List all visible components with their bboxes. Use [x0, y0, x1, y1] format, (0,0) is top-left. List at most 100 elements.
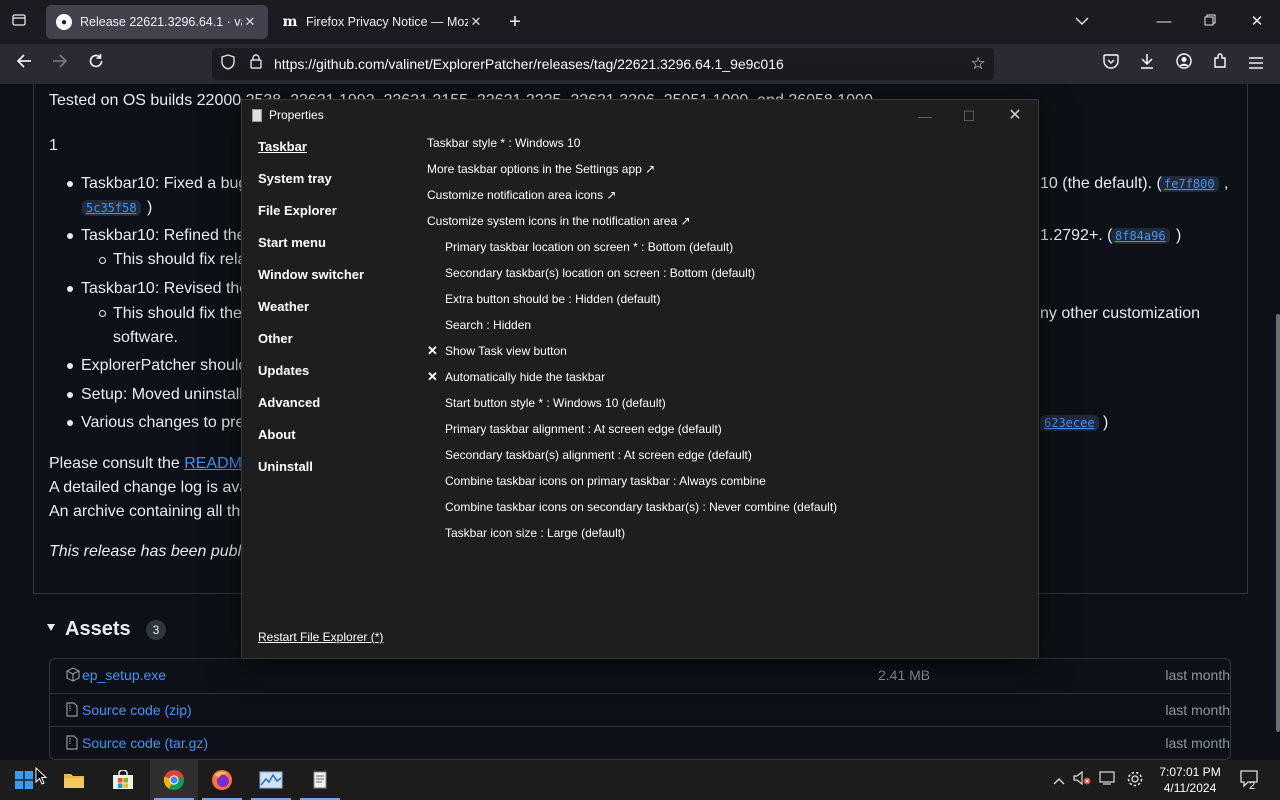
asset-row[interactable]: ep_setup.exe 2.41 MB last month: [50, 659, 1230, 693]
sidebar-item-uninstall[interactable]: Uninstall: [258, 459, 313, 474]
tab-overflow-chevron-icon[interactable]: [1070, 10, 1094, 34]
bookmark-star-icon[interactable]: ☆: [968, 54, 988, 74]
hamburger-menu-icon[interactable]: [1244, 52, 1268, 76]
volume-muted-icon[interactable]: [1072, 770, 1092, 790]
taskbar-option[interactable]: Taskbar style * : Windows 10: [427, 136, 580, 150]
assets-heading[interactable]: Assets: [65, 618, 131, 641]
clock-time: 7:07:01 PM: [1159, 765, 1221, 779]
sidebar-item-updates[interactable]: Updates: [258, 363, 309, 378]
restart-explorer-link[interactable]: Restart File Explorer (*): [258, 630, 383, 644]
tab-github-release[interactable]: ● Release 22621.3296.64.1 · valinet ✕: [46, 5, 268, 39]
dialog-minimize-button[interactable]: —: [910, 104, 940, 128]
tracking-protection-shield-icon[interactable]: [218, 54, 238, 74]
changelog-item: Various changes to pre: [81, 414, 245, 431]
commit-sha-link[interactable]: 8f84a96: [1111, 228, 1170, 244]
pocket-icon[interactable]: [1099, 52, 1123, 76]
taskbar-store[interactable]: [99, 760, 147, 800]
taskbar-firefox[interactable]: [198, 760, 246, 800]
sidebar-item-advanced[interactable]: Advanced: [258, 395, 320, 410]
network-icon[interactable]: [1097, 770, 1117, 790]
windows-taskbar: 7:07:01 PM 4/11/2024 2: [0, 760, 1280, 800]
asset-date: last month: [1165, 735, 1230, 751]
downloads-icon[interactable]: [1135, 52, 1159, 76]
restore-window-button[interactable]: [1198, 10, 1222, 34]
taskbar-option[interactable]: Secondary taskbar(s) location on screen …: [445, 266, 755, 280]
dialog-maximize-button[interactable]: ☐: [954, 104, 984, 128]
new-tab-button[interactable]: +: [504, 12, 526, 34]
taskbar-file-explorer[interactable]: [50, 760, 98, 800]
forward-button[interactable]: [48, 52, 72, 76]
commit-sha-link[interactable]: 5c35f58: [82, 200, 141, 216]
readme-prefix: Please consult the: [49, 455, 185, 472]
taskbar-option[interactable]: Secondary taskbar(s) alignment : At scre…: [445, 448, 752, 462]
changelog-item: Taskbar10: Revised the: [81, 280, 249, 297]
extensions-icon[interactable]: [1208, 52, 1232, 76]
notification-center-icon[interactable]: 2: [1238, 770, 1262, 792]
asset-link[interactable]: Source code (zip): [82, 702, 192, 718]
clock[interactable]: 7:07:01 PM 4/11/2024: [1150, 764, 1230, 796]
dialog-close-button[interactable]: ✕: [1000, 104, 1030, 128]
minimize-window-button[interactable]: —: [1152, 10, 1176, 34]
properties-app-icon: [252, 109, 262, 122]
tab-firefox-privacy[interactable]: m Firefox Privacy Notice — Mozilla ✕: [272, 5, 494, 39]
sidebar-item-window-switcher[interactable]: Window switcher: [258, 267, 364, 282]
taskbar-option[interactable]: ✕ Automatically hide the taskbar: [427, 369, 605, 384]
taskbar-chrome[interactable]: [150, 760, 198, 800]
settings-gear-icon[interactable]: [1125, 770, 1145, 790]
dialog-title: Properties: [269, 108, 324, 122]
page-scrollbar[interactable]: [1276, 314, 1280, 732]
file-zip-icon: [66, 735, 80, 751]
close-window-button[interactable]: ✕: [1245, 10, 1269, 34]
taskbar-option[interactable]: Customize notification area icons ↗: [427, 188, 616, 202]
taskbar-option[interactable]: Search : Hidden: [445, 318, 531, 332]
asset-link[interactable]: ep_setup.exe: [82, 667, 166, 683]
taskbar-properties[interactable]: [296, 760, 344, 800]
account-icon[interactable]: [1172, 52, 1196, 76]
sidebar-item-other[interactable]: Other: [258, 331, 293, 346]
back-button[interactable]: [12, 52, 36, 76]
browser-tab-bar: ● Release 22621.3296.64.1 · valinet ✕ m …: [0, 0, 1280, 44]
taskbar-option[interactable]: More taskbar options in the Settings app…: [427, 162, 655, 176]
close-tab-icon[interactable]: ✕: [242, 14, 258, 30]
taskbar-option[interactable]: Start button style * : Windows 10 (defau…: [445, 396, 666, 410]
sidebar-item-start-menu[interactable]: Start menu: [258, 235, 326, 250]
taskbar-option[interactable]: Taskbar icon size : Large (default): [445, 526, 625, 540]
taskbar-option-label: Search : Hidden: [445, 318, 532, 332]
reload-button[interactable]: [84, 52, 108, 76]
taskbar-task-manager[interactable]: [247, 760, 295, 800]
close-tab-icon[interactable]: ✕: [468, 14, 484, 30]
taskbar-option[interactable]: Primary taskbar alignment : At screen ed…: [445, 422, 722, 436]
taskbar-option[interactable]: Primary taskbar location on screen * : B…: [445, 240, 733, 254]
start-icon: [15, 771, 33, 789]
archive-line: An archive containing all th: [49, 503, 241, 520]
asset-ext: (tar.gz): [160, 735, 209, 751]
lock-icon[interactable]: [246, 54, 266, 74]
url-bar[interactable]: https://github.com/valinet/ExplorerPatch…: [212, 48, 994, 80]
taskbar-option[interactable]: ✕ Show Task view button: [427, 343, 567, 358]
changelog-subitem: This should fix the: [113, 305, 242, 322]
taskbar-option-label: Taskbar icon size : Large (default): [445, 526, 626, 540]
asset-name: Source code: [82, 735, 161, 751]
sidebar-item-about[interactable]: About: [258, 427, 296, 442]
commit-sha-link[interactable]: fe7f800: [1160, 176, 1219, 192]
taskbar-option[interactable]: Combine taskbar icons on primary taskbar…: [445, 474, 766, 488]
changelog-item-tail: 10 (the default). (: [1040, 175, 1162, 192]
sidebar-item-weather[interactable]: Weather: [258, 299, 309, 314]
taskbar-option-label: Taskbar style * : Windows 10: [427, 136, 581, 150]
show-hidden-icons-chevron-icon[interactable]: [1049, 770, 1069, 790]
list-all-tabs-icon[interactable]: [8, 12, 30, 32]
dialog-title-bar[interactable]: Properties — ☐ ✕: [242, 100, 1038, 132]
sidebar-item-file-explorer[interactable]: File Explorer: [258, 203, 337, 218]
asset-row[interactable]: Source code (tar.gz) last month: [50, 726, 1230, 760]
asset-link[interactable]: Source code (tar.gz): [82, 735, 208, 751]
taskbar-option[interactable]: Extra button should be : Hidden (default…: [445, 292, 660, 306]
sidebar-item-system-tray[interactable]: System tray: [258, 171, 332, 186]
taskbar-option[interactable]: Combine taskbar icons on secondary taskb…: [445, 500, 837, 514]
assets-list: ep_setup.exe 2.41 MB last month Source c…: [49, 658, 1231, 760]
assets-collapse-triangle-icon[interactable]: [47, 624, 55, 631]
taskbar-option[interactable]: Customize system icons in the notificati…: [427, 214, 691, 228]
commit-sha-link[interactable]: 623ecee: [1040, 415, 1099, 431]
sidebar-item-taskbar[interactable]: Taskbar: [258, 139, 307, 154]
asset-row[interactable]: Source code (zip) last month: [50, 693, 1230, 727]
asset-date: last month: [1165, 702, 1230, 718]
